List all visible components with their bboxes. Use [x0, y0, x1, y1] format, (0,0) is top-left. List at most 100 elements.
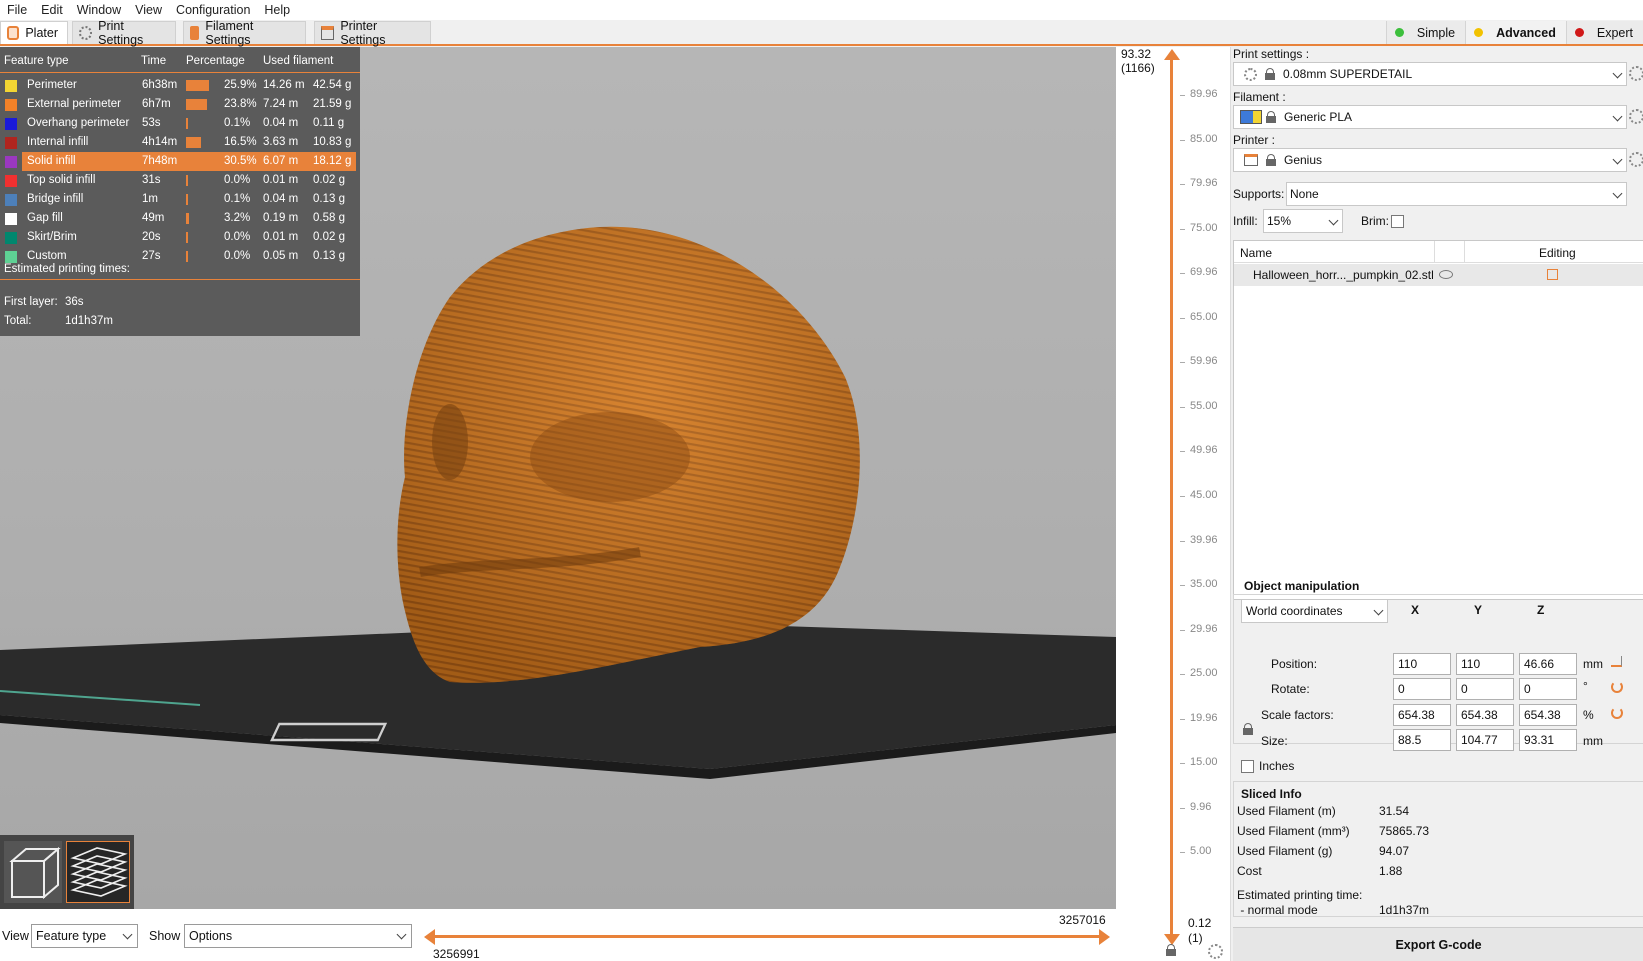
advanced-dot-icon	[1474, 28, 1484, 37]
supports-combo[interactable]: None	[1286, 182, 1627, 206]
menu-view[interactable]: View	[128, 3, 169, 17]
legend-feature-percentage: 0.0%	[224, 174, 251, 186]
legend-percentage-bar	[186, 213, 189, 224]
move-slider-left-thumb[interactable]	[424, 929, 435, 945]
print-profile-lock-icon	[1265, 68, 1275, 80]
print-settings-edit-gear-icon[interactable]	[1629, 66, 1643, 81]
legend-percentage-bar	[186, 99, 207, 110]
sliced-info-label: Cost	[1237, 864, 1262, 878]
show-options-combo[interactable]: Options	[184, 924, 412, 948]
move-slider-track[interactable]	[427, 935, 1105, 938]
legend-feature-time: 31s	[142, 174, 161, 186]
reset-rotation-icon[interactable]	[1611, 681, 1623, 693]
slider-lock-icon[interactable]	[1166, 944, 1176, 959]
brim-checkbox[interactable]	[1391, 215, 1404, 228]
layer-tick-label: 39.96	[1180, 534, 1218, 546]
size-z-input[interactable]: 93.31	[1519, 729, 1577, 751]
object-row[interactable]: Halloween_horr..._pumpkin_02.stl	[1234, 264, 1643, 286]
filament-color-swatch-icon	[1240, 110, 1262, 124]
scale-y-input[interactable]: 654.38	[1456, 704, 1514, 726]
legend-feature-name: Custom	[27, 250, 67, 262]
export-gcode-button[interactable]: Export G-code	[1233, 927, 1643, 961]
coordinate-system-combo[interactable]: World coordinates	[1241, 599, 1388, 623]
inches-checkbox[interactable]	[1241, 760, 1254, 773]
layer-slider-top-thumb[interactable]	[1164, 49, 1180, 60]
layer-slider-track[interactable]	[1170, 57, 1173, 939]
legend-feature-length: 3.63 m	[263, 136, 299, 148]
filament-combo[interactable]: Generic PLA	[1233, 105, 1627, 129]
total-value: 1d1h37m	[65, 315, 113, 327]
filament-edit-gear-icon[interactable]	[1629, 109, 1643, 124]
printer-edit-gear-icon[interactable]	[1629, 152, 1643, 167]
position-z-input[interactable]: 46.66	[1519, 653, 1577, 675]
estimated-time-label: Estimated printing time:	[1237, 888, 1363, 902]
legend-row[interactable]: Perimeter 6h38m 25.9% 14.26 m 42.54 g	[0, 76, 360, 95]
size-x-input[interactable]: 88.5	[1393, 729, 1451, 751]
menu-configuration[interactable]: Configuration	[169, 3, 257, 17]
legend-row[interactable]: Solid infill 7h48m 30.5% 6.07 m 18.12 g	[0, 152, 360, 171]
rotate-x-input[interactable]: 0	[1393, 678, 1451, 700]
slider-settings-gear-icon[interactable]	[1208, 944, 1223, 959]
printer-combo[interactable]: Genius	[1233, 148, 1627, 172]
legend-percentage-bar	[186, 80, 209, 91]
normal-mode-value: 1d1h37m	[1379, 903, 1430, 917]
legend-feature-time: 53s	[142, 117, 161, 129]
rotate-z-input[interactable]: 0	[1519, 678, 1577, 700]
slider-bottom-value: 0.12	[1188, 916, 1212, 930]
scale-x-input[interactable]: 654.38	[1393, 704, 1451, 726]
axis-z-label: Z	[1537, 603, 1545, 617]
layer-tick-label: 59.96	[1180, 355, 1218, 367]
layers-view-button[interactable]	[66, 841, 130, 903]
printer-value: Genius	[1284, 153, 1323, 167]
edit-object-icon[interactable]	[1547, 269, 1558, 280]
mode-advanced[interactable]: Advanced	[1465, 21, 1566, 44]
view-type-combo[interactable]: Feature type	[31, 924, 138, 948]
menu-file[interactable]: File	[0, 3, 34, 17]
tab-plater[interactable]: Plater	[0, 21, 68, 44]
tab-filament-settings[interactable]: Filament Settings	[183, 19, 306, 47]
layers-icon	[70, 847, 128, 897]
object-list-name-header[interactable]: Name	[1240, 246, 1272, 260]
position-unit: mm	[1583, 657, 1603, 671]
menu-edit[interactable]: Edit	[34, 3, 70, 17]
legend-row[interactable]: Internal infill 4h14m 16.5% 3.63 m 10.83 g	[0, 133, 360, 152]
legend-feature-length: 0.04 m	[263, 193, 299, 205]
legend-feature-weight: 21.59 g	[313, 98, 352, 110]
rotate-y-input[interactable]: 0	[1456, 678, 1514, 700]
legend-feature-name: External perimeter	[27, 98, 121, 110]
uniform-scale-lock-icon[interactable]	[1243, 723, 1253, 735]
infill-combo[interactable]: 15%	[1263, 209, 1343, 233]
position-x-input[interactable]: 110	[1393, 653, 1451, 675]
position-y-input[interactable]: 110	[1456, 653, 1514, 675]
legend-row[interactable]: Overhang perimeter 53s 0.1% 0.04 m 0.11 g	[0, 114, 360, 133]
legend-feature-time: 7h48m	[142, 155, 178, 167]
drop-to-bed-icon[interactable]	[1611, 656, 1622, 667]
object-list-editing-header[interactable]: Editing	[1539, 246, 1576, 260]
legend-percentage-bar	[186, 118, 188, 129]
legend-row[interactable]: Top solid infill 31s 0.0% 0.01 m 0.02 g	[0, 171, 360, 190]
mode-expert[interactable]: Expert	[1565, 21, 1643, 44]
tab-print-settings[interactable]: Print Settings	[72, 19, 176, 47]
menu-help[interactable]: Help	[257, 3, 297, 17]
3d-view-button[interactable]	[4, 841, 62, 903]
view-type-value: Feature type	[36, 929, 107, 943]
reset-scale-icon[interactable]	[1611, 707, 1623, 719]
eye-icon[interactable]	[1439, 270, 1453, 279]
menu-window[interactable]: Window	[70, 3, 128, 17]
legend-feature-weight: 10.83 g	[313, 136, 352, 148]
legend-row[interactable]: Gap fill 49m 3.2% 0.19 m 0.58 g	[0, 209, 360, 228]
legend-row[interactable]: Bridge infill 1m 0.1% 0.04 m 0.13 g	[0, 190, 360, 209]
object-list-header: Name Editing	[1234, 241, 1643, 263]
layer-tick-label: 45.00	[1180, 489, 1218, 501]
legend-feature-weight: 0.58 g	[313, 212, 345, 224]
scale-z-input[interactable]: 654.38	[1519, 704, 1577, 726]
mode-simple[interactable]: Simple	[1385, 21, 1466, 44]
tab-printer-settings-label: Printer Settings	[340, 19, 386, 47]
move-slider-right-thumb[interactable]	[1099, 929, 1110, 945]
legend-row[interactable]: Skirt/Brim 20s 0.0% 0.01 m 0.02 g	[0, 228, 360, 247]
legend-row[interactable]: External perimeter 6h7m 23.8% 7.24 m 21.59 g	[0, 95, 360, 114]
sliced-info-label: Used Filament (m)	[1237, 804, 1336, 818]
tab-printer-settings[interactable]: Printer Settings	[314, 19, 431, 47]
size-y-input[interactable]: 104.77	[1456, 729, 1514, 751]
print-settings-combo[interactable]: 0.08mm SUPERDETAIL	[1233, 62, 1627, 86]
